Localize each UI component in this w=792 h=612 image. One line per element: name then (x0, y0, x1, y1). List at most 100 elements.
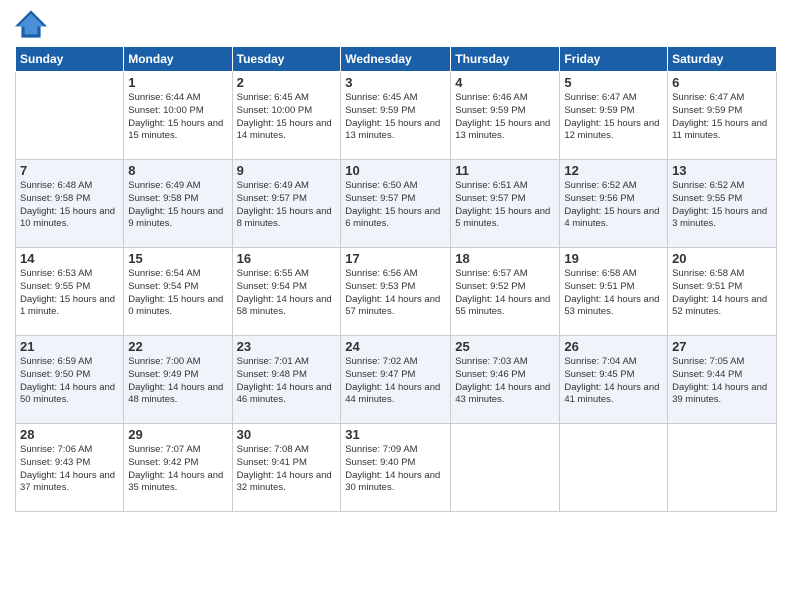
day-number: 19 (564, 251, 663, 266)
calendar-cell: 2 Sunrise: 6:45 AM Sunset: 10:00 PM Dayli… (232, 72, 341, 160)
calendar-cell: 29 Sunrise: 7:07 AM Sunset: 9:42 PM Dayli… (124, 424, 232, 512)
day-info: Sunrise: 7:07 AM Sunset: 9:42 PM Dayligh… (128, 444, 227, 495)
day-info: Sunrise: 6:46 AM Sunset: 9:59 PM Dayligh… (455, 92, 555, 143)
calendar-table: SundayMondayTuesdayWednesdayThursdayFrid… (15, 46, 777, 512)
weekday-header-sunday: Sunday (16, 47, 124, 72)
day-number: 2 (237, 75, 337, 90)
day-info: Sunrise: 6:52 AM Sunset: 9:56 PM Dayligh… (564, 180, 663, 231)
calendar-week-row: 14 Sunrise: 6:53 AM Sunset: 9:55 PM Dayli… (16, 248, 777, 336)
day-info: Sunrise: 6:51 AM Sunset: 9:57 PM Dayligh… (455, 180, 555, 231)
day-number: 12 (564, 163, 663, 178)
day-info: Sunrise: 7:01 AM Sunset: 9:48 PM Dayligh… (237, 356, 337, 407)
day-info: Sunrise: 6:47 AM Sunset: 9:59 PM Dayligh… (672, 92, 772, 143)
calendar-cell: 20 Sunrise: 6:58 AM Sunset: 9:51 PM Dayli… (668, 248, 777, 336)
day-info: Sunrise: 6:50 AM Sunset: 9:57 PM Dayligh… (345, 180, 446, 231)
day-number: 26 (564, 339, 663, 354)
day-info: Sunrise: 6:48 AM Sunset: 9:58 PM Dayligh… (20, 180, 119, 231)
calendar-cell: 6 Sunrise: 6:47 AM Sunset: 9:59 PM Daylig… (668, 72, 777, 160)
weekday-header-saturday: Saturday (668, 47, 777, 72)
calendar-cell: 21Sunrise: 6:59 AM Sunset: 9:50 PM Dayli… (16, 336, 124, 424)
day-number: 8 (128, 163, 227, 178)
calendar-cell: 31Sunrise: 7:09 AM Sunset: 9:40 PM Dayli… (341, 424, 451, 512)
day-info: Sunrise: 6:55 AM Sunset: 9:54 PM Dayligh… (237, 268, 337, 319)
weekday-header-friday: Friday (560, 47, 668, 72)
day-info: Sunrise: 6:58 AM Sunset: 9:51 PM Dayligh… (672, 268, 772, 319)
day-info: Sunrise: 6:49 AM Sunset: 9:58 PM Dayligh… (128, 180, 227, 231)
day-number: 25 (455, 339, 555, 354)
calendar-cell: 8 Sunrise: 6:49 AM Sunset: 9:58 PM Daylig… (124, 160, 232, 248)
day-number: 4 (455, 75, 555, 90)
weekday-header-wednesday: Wednesday (341, 47, 451, 72)
calendar-cell (668, 424, 777, 512)
day-number: 15 (128, 251, 227, 266)
day-number: 27 (672, 339, 772, 354)
day-info: Sunrise: 7:03 AM Sunset: 9:46 PM Dayligh… (455, 356, 555, 407)
calendar-cell: 12 Sunrise: 6:52 AM Sunset: 9:56 PM Dayli… (560, 160, 668, 248)
day-number: 7 (20, 163, 119, 178)
day-number: 1 (128, 75, 227, 90)
day-number: 9 (237, 163, 337, 178)
day-info: Sunrise: 7:00 AM Sunset: 9:49 PM Dayligh… (128, 356, 227, 407)
day-number: 20 (672, 251, 772, 266)
weekday-header-tuesday: Tuesday (232, 47, 341, 72)
day-number: 18 (455, 251, 555, 266)
calendar-cell: 1 Sunrise: 6:44 AM Sunset: 10:00 PM Dayli… (124, 72, 232, 160)
day-number: 17 (345, 251, 446, 266)
calendar-cell (451, 424, 560, 512)
day-info: Sunrise: 6:45 AM Sunset: 10:00 PM Daylig… (237, 92, 337, 143)
calendar-cell (16, 72, 124, 160)
weekday-header-thursday: Thursday (451, 47, 560, 72)
day-number: 11 (455, 163, 555, 178)
calendar-week-row: 1 Sunrise: 6:44 AM Sunset: 10:00 PM Dayli… (16, 72, 777, 160)
day-number: 28 (20, 427, 119, 442)
day-number: 23 (237, 339, 337, 354)
logo (15, 10, 51, 38)
day-number: 29 (128, 427, 227, 442)
calendar-cell: 19Sunrise: 6:58 AM Sunset: 9:51 PM Dayli… (560, 248, 668, 336)
day-info: Sunrise: 7:02 AM Sunset: 9:47 PM Dayligh… (345, 356, 446, 407)
calendar-week-row: 7 Sunrise: 6:48 AM Sunset: 9:58 PM Daylig… (16, 160, 777, 248)
day-info: Sunrise: 6:52 AM Sunset: 9:55 PM Dayligh… (672, 180, 772, 231)
calendar-cell: 23 Sunrise: 7:01 AM Sunset: 9:48 PM Dayli… (232, 336, 341, 424)
calendar-cell: 26 Sunrise: 7:04 AM Sunset: 9:45 PM Dayli… (560, 336, 668, 424)
day-info: Sunrise: 7:04 AM Sunset: 9:45 PM Dayligh… (564, 356, 663, 407)
calendar-week-row: 28 Sunrise: 7:06 AM Sunset: 9:43 PM Dayli… (16, 424, 777, 512)
calendar-cell: 25 Sunrise: 7:03 AM Sunset: 9:46 PM Dayli… (451, 336, 560, 424)
calendar-cell: 18Sunrise: 6:57 AM Sunset: 9:52 PM Dayli… (451, 248, 560, 336)
day-number: 14 (20, 251, 119, 266)
day-number: 21 (20, 339, 119, 354)
day-info: Sunrise: 7:09 AM Sunset: 9:40 PM Dayligh… (345, 444, 446, 495)
calendar-cell: 27 Sunrise: 7:05 AM Sunset: 9:44 PM Dayli… (668, 336, 777, 424)
day-info: Sunrise: 6:45 AM Sunset: 9:59 PM Dayligh… (345, 92, 446, 143)
calendar-cell: 11 Sunrise: 6:51 AM Sunset: 9:57 PM Dayli… (451, 160, 560, 248)
day-number: 30 (237, 427, 337, 442)
day-info: Sunrise: 6:44 AM Sunset: 10:00 PM Daylig… (128, 92, 227, 143)
calendar-cell: 3Sunrise: 6:45 AM Sunset: 9:59 PM Daylig… (341, 72, 451, 160)
calendar-cell: 4 Sunrise: 6:46 AM Sunset: 9:59 PM Daylig… (451, 72, 560, 160)
day-info: Sunrise: 6:49 AM Sunset: 9:57 PM Dayligh… (237, 180, 337, 231)
calendar-cell: 24Sunrise: 7:02 AM Sunset: 9:47 PM Dayli… (341, 336, 451, 424)
day-info: Sunrise: 7:05 AM Sunset: 9:44 PM Dayligh… (672, 356, 772, 407)
weekday-header-monday: Monday (124, 47, 232, 72)
day-number: 16 (237, 251, 337, 266)
calendar-cell: 13Sunrise: 6:52 AM Sunset: 9:55 PM Dayli… (668, 160, 777, 248)
day-info: Sunrise: 7:08 AM Sunset: 9:41 PM Dayligh… (237, 444, 337, 495)
calendar-cell: 30 Sunrise: 7:08 AM Sunset: 9:41 PM Dayli… (232, 424, 341, 512)
day-number: 6 (672, 75, 772, 90)
calendar-cell: 22Sunrise: 7:00 AM Sunset: 9:49 PM Dayli… (124, 336, 232, 424)
day-info: Sunrise: 6:53 AM Sunset: 9:55 PM Dayligh… (20, 268, 119, 319)
day-number: 5 (564, 75, 663, 90)
day-info: Sunrise: 6:47 AM Sunset: 9:59 PM Dayligh… (564, 92, 663, 143)
page: SundayMondayTuesdayWednesdayThursdayFrid… (0, 0, 792, 612)
calendar-cell: 10Sunrise: 6:50 AM Sunset: 9:57 PM Dayli… (341, 160, 451, 248)
weekday-header-row: SundayMondayTuesdayWednesdayThursdayFrid… (16, 47, 777, 72)
calendar-cell: 28 Sunrise: 7:06 AM Sunset: 9:43 PM Dayli… (16, 424, 124, 512)
calendar-cell: 15Sunrise: 6:54 AM Sunset: 9:54 PM Dayli… (124, 248, 232, 336)
calendar-cell: 17 Sunrise: 6:56 AM Sunset: 9:53 PM Dayli… (341, 248, 451, 336)
calendar-cell: 7 Sunrise: 6:48 AM Sunset: 9:58 PM Daylig… (16, 160, 124, 248)
logo-icon (15, 10, 47, 38)
day-info: Sunrise: 6:56 AM Sunset: 9:53 PM Dayligh… (345, 268, 446, 319)
calendar-cell: 9 Sunrise: 6:49 AM Sunset: 9:57 PM Daylig… (232, 160, 341, 248)
calendar-cell: 16 Sunrise: 6:55 AM Sunset: 9:54 PM Dayli… (232, 248, 341, 336)
day-info: Sunrise: 7:06 AM Sunset: 9:43 PM Dayligh… (20, 444, 119, 495)
